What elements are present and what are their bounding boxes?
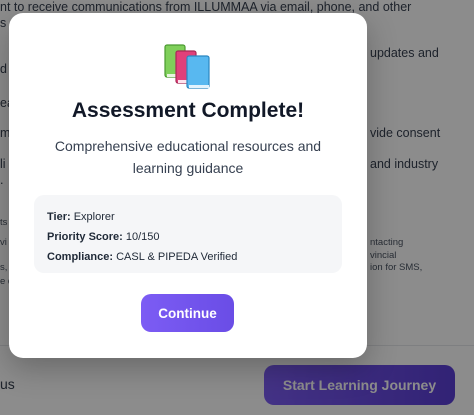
priority-score-value: 10/150 xyxy=(125,231,160,243)
continue-button[interactable]: Continue xyxy=(141,294,234,332)
tier-label: Tier: xyxy=(47,211,74,223)
compliance-row: Compliance: CASL & PIPEDA Verified xyxy=(47,247,329,267)
tier-value: Explorer xyxy=(73,211,115,223)
books-icon xyxy=(164,44,210,89)
compliance-label: Compliance: xyxy=(47,251,117,263)
assessment-summary-box: Tier: Explorer Priority Score: 10/150 Co… xyxy=(34,195,342,273)
compliance-value: CASL & PIPEDA Verified xyxy=(116,251,238,263)
modal-subtitle: Comprehensive educational resources and … xyxy=(54,138,322,176)
assessment-complete-modal: Assessment Complete! Comprehensive educa… xyxy=(9,13,367,358)
modal-title: Assessment Complete! xyxy=(71,99,305,122)
tier-row: Tier: Explorer xyxy=(47,207,329,227)
priority-score-label: Priority Score: xyxy=(47,231,126,243)
priority-score-row: Priority Score: 10/150 xyxy=(47,227,329,247)
